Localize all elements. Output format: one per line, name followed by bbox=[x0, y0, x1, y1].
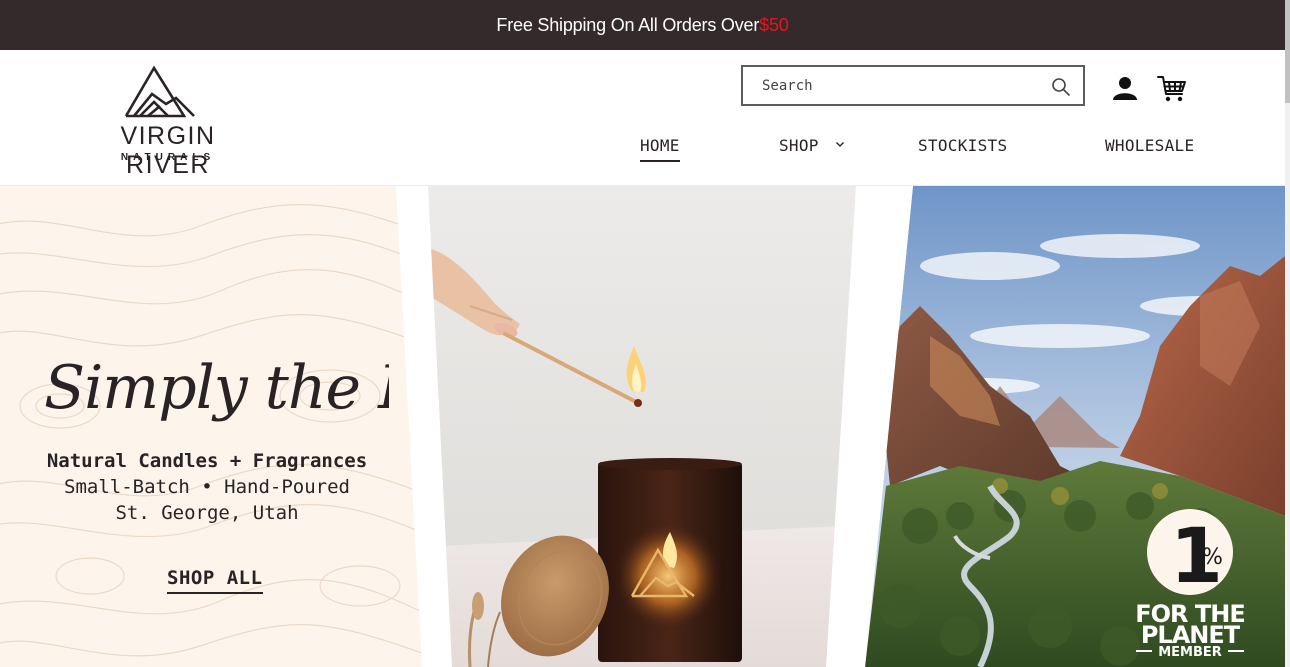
main-nav: HOME SHOP STOCKISTS WHOLESALE bbox=[0, 136, 1285, 166]
nav-home-label: HOME bbox=[640, 136, 680, 155]
search-box bbox=[741, 65, 1085, 106]
tagline-line-3: St. George, Utah bbox=[115, 502, 299, 524]
nav-wholesale-label: WHOLESALE bbox=[1105, 136, 1195, 155]
nav-stockists-label: STOCKISTS bbox=[918, 136, 1008, 155]
shop-all-link[interactable]: SHOP ALL bbox=[167, 567, 263, 594]
tagline-line-1: Natural Candles + Fragrances bbox=[46, 450, 368, 472]
svg-text:%: % bbox=[1202, 545, 1223, 570]
hero-script-title: Simply the Best bbox=[44, 353, 389, 423]
chevron-down-icon bbox=[835, 142, 844, 147]
nav-item-stockists[interactable]: STOCKISTS bbox=[918, 136, 1007, 155]
search-icon[interactable] bbox=[1051, 77, 1071, 97]
svg-text:MEMBER: MEMBER bbox=[1158, 645, 1222, 658]
hero-tagline: Natural Candles + Fragrances Small-Batch… bbox=[22, 448, 392, 526]
mountain-logo-icon bbox=[124, 65, 195, 118]
svg-text:Simply the Best: Simply the Best bbox=[44, 353, 389, 423]
tagline-line-2: Small-Batch • Hand-Poured bbox=[64, 476, 350, 498]
scrollbar-thumb[interactable] bbox=[1285, 0, 1290, 103]
page-scrollbar[interactable] bbox=[1285, 0, 1290, 667]
nav-item-home[interactable]: HOME bbox=[640, 136, 680, 162]
search-input[interactable] bbox=[762, 75, 1042, 97]
nav-shop-label: SHOP bbox=[779, 136, 819, 155]
site-header: VIRGIN RIVER NATURALS HOME SHOP bbox=[0, 50, 1285, 186]
announcement-bar: Free Shipping On All Orders Over $50 bbox=[0, 0, 1285, 50]
cart-icon[interactable] bbox=[1157, 74, 1187, 104]
nav-item-wholesale[interactable]: WHOLESALE bbox=[1105, 136, 1194, 155]
hero-banner: Simply the Best Natural Candles + Fragra… bbox=[0, 186, 1285, 667]
announcement-text: Free Shipping On All Orders Over bbox=[496, 14, 760, 35]
announcement-amount: $50 bbox=[759, 14, 789, 35]
account-icon[interactable] bbox=[1112, 75, 1138, 101]
one-percent-planet-badge: 1 % FOR THE PLANET MEMBER bbox=[1135, 509, 1246, 658]
nav-item-shop[interactable]: SHOP bbox=[779, 136, 845, 155]
